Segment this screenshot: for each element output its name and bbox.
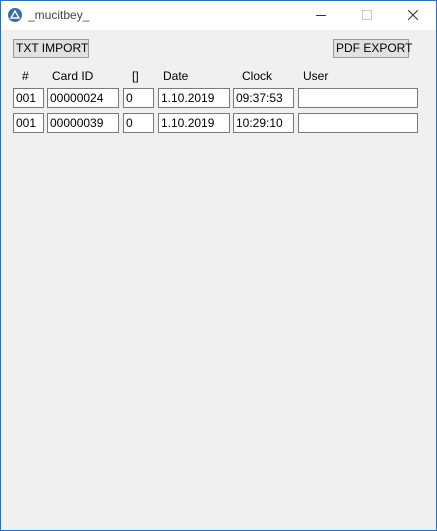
minimize-button[interactable] (298, 1, 344, 30)
clock-field[interactable]: 09:37:53 (233, 88, 294, 108)
header-card-id: Card ID (52, 69, 94, 83)
app-logo-icon (8, 8, 22, 22)
title-bar[interactable]: _mucitbey_ (1, 1, 436, 30)
user-field[interactable] (298, 88, 418, 108)
num-field[interactable]: 001 (13, 113, 44, 133)
flag-field[interactable]: 0 (123, 88, 154, 108)
app-window: _mucitbey_ TXT IMPORT PDF EXPORT # Card … (1, 1, 436, 530)
maximize-button[interactable] (344, 1, 390, 30)
user-field[interactable] (298, 113, 418, 133)
flag-field[interactable]: 0 (123, 113, 154, 133)
header-flag: [] (132, 69, 139, 83)
header-clock: Clock (242, 69, 273, 83)
card-id-field[interactable]: 00000039 (47, 113, 119, 133)
date-field[interactable]: 1.10.2019 (158, 88, 230, 108)
date-field[interactable]: 1.10.2019 (158, 113, 230, 133)
card-id-field[interactable]: 00000024 (47, 88, 119, 108)
clock-field[interactable]: 10:29:10 (233, 113, 294, 133)
pdf-export-button[interactable]: PDF EXPORT (333, 39, 412, 58)
close-icon (408, 10, 418, 20)
header-date: Date (163, 69, 189, 83)
window-title: _mucitbey_ (28, 8, 90, 22)
close-button[interactable] (390, 1, 436, 30)
minimize-icon (316, 15, 326, 16)
num-field[interactable]: 001 (13, 88, 44, 108)
txt-import-button[interactable]: TXT IMPORT (13, 39, 89, 58)
maximize-icon (362, 10, 372, 20)
header-user: User (303, 69, 329, 83)
header-num: # (22, 69, 29, 83)
